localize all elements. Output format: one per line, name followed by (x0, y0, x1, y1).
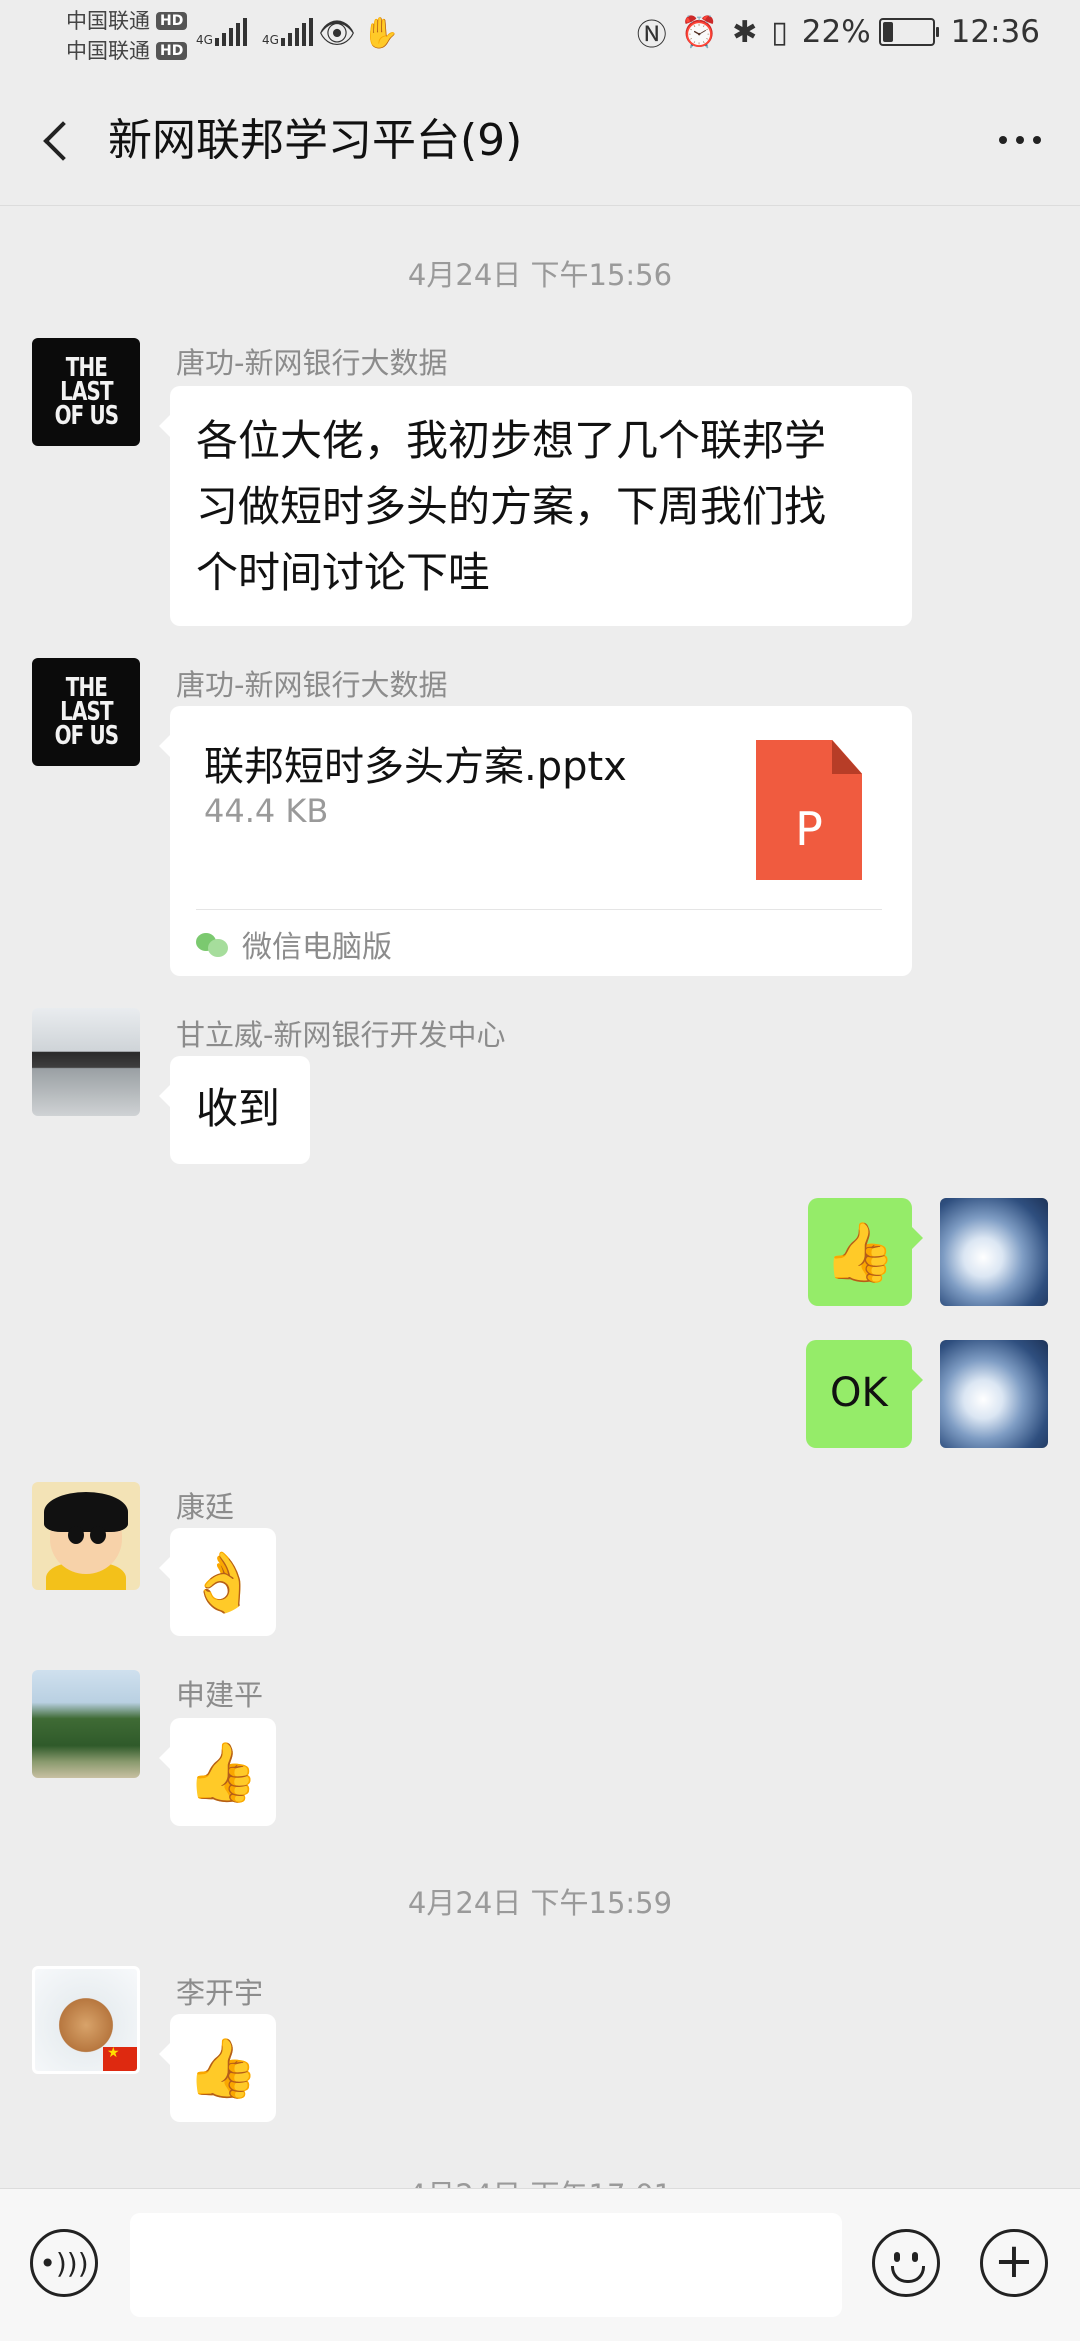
sky-avatar[interactable] (940, 1198, 1048, 1306)
emoji-button[interactable] (872, 2229, 940, 2297)
file-name: 联邦短时多头方案.pptx (204, 744, 627, 790)
message-bubble[interactable]: 👍 (159, 1718, 276, 1826)
voice-icon: •))) (39, 2246, 89, 2280)
sender-name: 甘立威-新网银行开发中心 (176, 1018, 506, 1052)
divider (196, 909, 882, 910)
emoji-face-icon (875, 2232, 937, 2294)
battery-icon (878, 18, 939, 46)
message-bubble[interactable]: 👌 (159, 1528, 276, 1636)
voice-button[interactable]: •))) (30, 2229, 98, 2297)
wechat-icon (196, 931, 228, 957)
thumbs-up-icon: 👍 (823, 1218, 897, 1286)
status-right: Ⓝ ⏰ ✱ ▯ 22% 12:36 (637, 10, 1040, 54)
china-flag-icon (103, 2045, 137, 2071)
thumbs-up-icon: 👍 (186, 1738, 260, 1806)
message-line: 个时间讨论下哇 (196, 548, 491, 597)
cat-avatar[interactable] (32, 1966, 140, 2074)
message-text: 收到 (196, 1084, 281, 1133)
back-button[interactable] (28, 111, 88, 171)
sender-name: 康廷 (176, 1490, 235, 1524)
hand-icon: ✋ (362, 16, 400, 51)
ok-hand-icon: 👌 (186, 1548, 260, 1616)
hd-icon: HD (156, 42, 188, 60)
message-input[interactable] (130, 2213, 842, 2317)
file-message-card[interactable]: 联邦短时多头方案.pptx 44.4 KB P 微信电脑版 (159, 706, 912, 976)
hd-icon: HD (156, 12, 188, 30)
clock: 12:36 (950, 14, 1040, 50)
message-bubble[interactable]: 👍 (159, 2014, 276, 2122)
the-last-of-us-avatar[interactable]: THE LAST OF US (32, 338, 140, 446)
message-bubble[interactable]: 收到 (159, 1056, 310, 1164)
photo-avatar[interactable] (32, 1008, 140, 1116)
chevron-left-icon (43, 121, 83, 161)
sender-name: 唐功-新网银行大数据 (176, 346, 448, 380)
message-bubble[interactable]: OK (806, 1340, 923, 1448)
page-title: 新网联邦学习平台(9) (108, 115, 523, 166)
signal-icon: 4G (262, 18, 316, 46)
bluetooth-icon: ✱ (732, 14, 758, 50)
sender-name: 李开宇 (176, 1976, 264, 2010)
file-size: 44.4 KB (204, 792, 329, 830)
message-bubble[interactable]: 👍 (808, 1198, 923, 1306)
more-options-button[interactable] (990, 115, 1050, 165)
message-line: 各位大佬，我初步想了几个联邦学 (196, 416, 827, 465)
eye-icon: 👁 (318, 16, 357, 51)
sender-name: 唐功-新网银行大数据 (176, 668, 448, 702)
thumbs-up-icon: 👍 (186, 2034, 260, 2102)
timestamp: 4月24日 下午15:56 (407, 258, 673, 292)
carrier-1: 中国联通 (66, 9, 150, 33)
message-bubble[interactable]: 各位大佬，我初步想了几个联邦学 习做短时多头的方案，下周我们找 个时间讨论下哇 (159, 386, 912, 626)
file-icon-letter: P (795, 802, 823, 856)
timestamp: 4月24日 下午15:59 (407, 1886, 673, 1920)
carrier-2: 中国联通 (66, 39, 150, 63)
status-bar: 中国联通 HD 中国联通 HD 4G 4G 👁 ✋ Ⓝ ⏰ ✱ ▯ 22% 12:3… (0, 0, 1080, 75)
input-bar: •))) + (0, 2188, 1080, 2341)
more-dots-icon (999, 136, 1007, 144)
source-label: 微信电脑版 (242, 930, 392, 965)
more-functions-button[interactable]: + (980, 2229, 1048, 2297)
nfc-icon: Ⓝ (636, 18, 667, 53)
alarm-icon: ⏰ (680, 14, 719, 50)
battery-percent: 22% (801, 14, 871, 50)
plus-icon: + (993, 2233, 1035, 2289)
signal-icon: 4G (196, 18, 250, 46)
message-text: OK (830, 1370, 888, 1416)
palm-trees-avatar[interactable] (32, 1670, 140, 1778)
sky-avatar[interactable] (940, 1340, 1048, 1448)
sender-name: 申建平 (176, 1678, 264, 1712)
signal-group: 4G 4G (196, 18, 328, 46)
chat-header: 新网联邦学习平台(9) (0, 75, 1080, 206)
the-last-of-us-avatar[interactable]: THE LAST OF US (32, 658, 140, 766)
message-line: 习做短时多头的方案，下周我们找 (196, 482, 827, 531)
carrier-info: 中国联通 HD 中国联通 HD (66, 6, 188, 66)
vibrate-icon: ▯ (771, 14, 788, 50)
cartoon-avatar[interactable] (32, 1482, 140, 1590)
file-source: 微信电脑版 (196, 922, 392, 966)
